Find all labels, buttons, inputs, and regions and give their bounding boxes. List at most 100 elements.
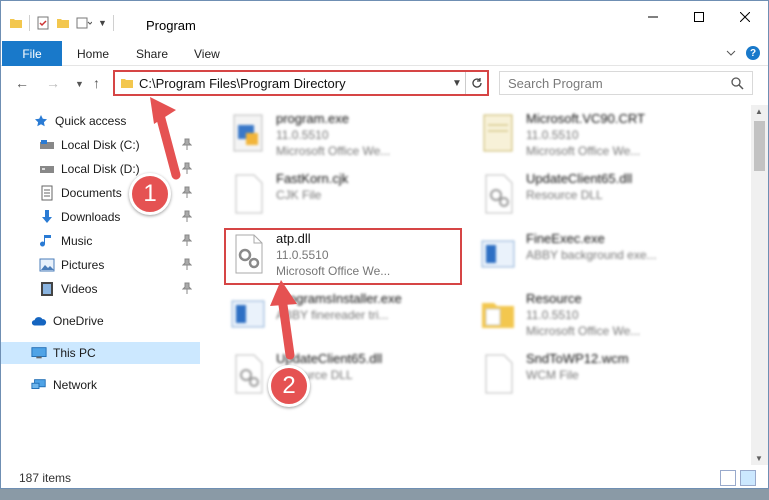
star-icon [33, 113, 49, 129]
exe-file-icon [231, 300, 265, 328]
address-path[interactable]: C:\Program Files\Program Directory [139, 76, 449, 91]
search-input[interactable]: Search Program [508, 76, 603, 91]
sidebar-item-label: Local Disk (D:) [61, 162, 140, 176]
tab-share[interactable]: Share [136, 41, 168, 66]
sidebar-item-label: Pictures [61, 258, 105, 272]
divider [112, 15, 114, 31]
forward-arrow-icon[interactable]: → [46, 75, 60, 91]
help-icon[interactable]: ? [746, 46, 760, 60]
file-type: CJK File [276, 188, 322, 202]
sidebar-item-network[interactable]: Network [1, 374, 200, 396]
navigation-pane: Quick access Local Disk (C:) Local Disk … [1, 105, 203, 465]
close-button[interactable] [722, 1, 768, 33]
item-count: 187 items [19, 471, 72, 485]
sidebar-item-pictures[interactable]: Pictures [1, 254, 200, 276]
minimize-icon [648, 16, 658, 18]
exe-file-icon [481, 240, 515, 268]
qat-dropdown-icon[interactable]: ▼ [98, 18, 107, 28]
file-description: Microsoft Office We... [276, 144, 391, 158]
generic-file-icon [485, 354, 513, 394]
sidebar-item-videos[interactable]: Videos [1, 278, 200, 300]
file-description: Microsoft Office We... [526, 144, 641, 158]
tab-view[interactable]: View [194, 41, 220, 66]
pin-icon[interactable] [181, 210, 193, 225]
folder-icon [482, 303, 514, 328]
sidebar-item-quick-access[interactable]: Quick access [1, 110, 200, 132]
pin-icon[interactable] [181, 282, 193, 297]
sidebar-item-onedrive[interactable]: OneDrive [1, 310, 200, 332]
file-item-resource[interactable]: Resource 11.0.5510 Microsoft Office We..… [478, 291, 718, 341]
file-item-sndtowp12[interactable]: SndToWP12.wcm WCM File [478, 351, 718, 401]
back-arrow-icon[interactable]: ← [15, 75, 29, 91]
file-item-programsinstaller[interactable]: ProgramsInstaller.exe ABBY finereader tr… [228, 291, 468, 341]
vertical-scrollbar[interactable]: ▲ ▼ [751, 105, 768, 465]
file-item-updateclient65[interactable]: UpdateClient65.dll Resource DLL [478, 171, 718, 221]
file-list: program.exe 11.0.5510 Microsoft Office W… [206, 105, 736, 465]
folder-icon [10, 19, 22, 28]
pin-icon[interactable] [181, 138, 193, 153]
file-item-updateclient65-2[interactable]: UpdateClient65.dll Resource DLL [228, 351, 468, 401]
sidebar-item-downloads[interactable]: Downloads [1, 206, 200, 228]
file-item-vc90-crt[interactable]: Microsoft.VC90.CRT 11.0.5510 Microsoft O… [478, 111, 718, 161]
dll-file-icon [485, 174, 513, 214]
pin-icon[interactable] [181, 186, 193, 201]
quick-access-toolbar: ▼ [9, 15, 114, 31]
refresh-button[interactable] [465, 72, 487, 94]
sidebar-item-this-pc[interactable]: This PC [1, 342, 200, 364]
view-toggle [720, 470, 756, 486]
manifest-file-icon [483, 114, 513, 152]
documents-icon [39, 185, 55, 201]
dll-file-icon [235, 354, 263, 394]
scroll-up-icon[interactable]: ▲ [755, 107, 763, 116]
pin-icon[interactable] [181, 258, 193, 273]
sidebar-item-local-disk-d[interactable]: Local Disk (D:) [1, 158, 200, 180]
new-folder-icon[interactable] [56, 16, 70, 30]
maximize-button[interactable] [676, 1, 722, 33]
file-name: FineExec.exe [526, 231, 605, 246]
up-arrow-icon[interactable]: ↑ [93, 75, 100, 91]
ribbon-tabs: File Home Share View ? [1, 41, 768, 66]
expand-ribbon-icon[interactable] [726, 48, 736, 58]
address-bar[interactable]: C:\Program Files\Program Directory ▼ [113, 70, 489, 96]
sidebar-item-label: This PC [53, 346, 96, 360]
details-view-icon[interactable] [720, 470, 736, 486]
sidebar-item-local-disk-c[interactable]: Local Disk (C:) [1, 134, 200, 156]
pin-icon[interactable] [181, 162, 193, 177]
scrollbar-thumb[interactable] [754, 121, 765, 171]
file-item-fineexec[interactable]: FineExec.exe ABBY background exe... [478, 231, 718, 281]
maximize-icon [694, 12, 704, 22]
sidebar-item-music[interactable]: Music [1, 230, 200, 252]
file-name: Microsoft.VC90.CRT [526, 111, 645, 126]
file-type: WCM File [526, 368, 579, 382]
window-controls [630, 1, 768, 33]
tiles-view-icon[interactable] [740, 470, 756, 486]
sidebar-item-label: OneDrive [53, 314, 104, 328]
tab-file[interactable]: File [2, 41, 62, 66]
file-item-program-exe[interactable]: program.exe 11.0.5510 Microsoft Office W… [228, 111, 468, 161]
file-description: Microsoft Office We... [526, 324, 641, 338]
title-bar: ▼ Program [1, 1, 768, 41]
file-type: ABBY background exe... [526, 248, 657, 262]
sidebar-item-label: Documents [61, 186, 122, 200]
recent-locations-icon[interactable]: ▼ [75, 79, 84, 89]
customize-icon[interactable] [76, 16, 92, 30]
minimize-button[interactable] [630, 1, 676, 33]
file-type: Resource DLL [526, 188, 603, 202]
file-item-fastkorn[interactable]: FastKorn.cjk CJK File [228, 171, 468, 221]
selected-file-highlight [224, 228, 462, 285]
tab-home[interactable]: Home [77, 41, 109, 66]
sidebar-item-label: Local Disk (C:) [61, 138, 140, 152]
sidebar-item-label: Downloads [61, 210, 121, 224]
file-name: UpdateClient65.dll [526, 171, 633, 186]
computer-icon [31, 345, 47, 361]
ribbon-right-controls: ? [726, 46, 760, 60]
callout-badge-one: 1 [129, 173, 171, 215]
address-dropdown-icon[interactable]: ▼ [449, 78, 465, 89]
scroll-down-icon[interactable]: ▼ [755, 454, 763, 463]
properties-icon[interactable] [36, 16, 50, 30]
sidebar-item-label: Quick access [55, 114, 127, 128]
search-box[interactable]: Search Program [499, 71, 753, 95]
pin-icon[interactable] [181, 234, 193, 249]
file-name: Resource [526, 291, 582, 306]
window-title: Program [146, 18, 196, 33]
